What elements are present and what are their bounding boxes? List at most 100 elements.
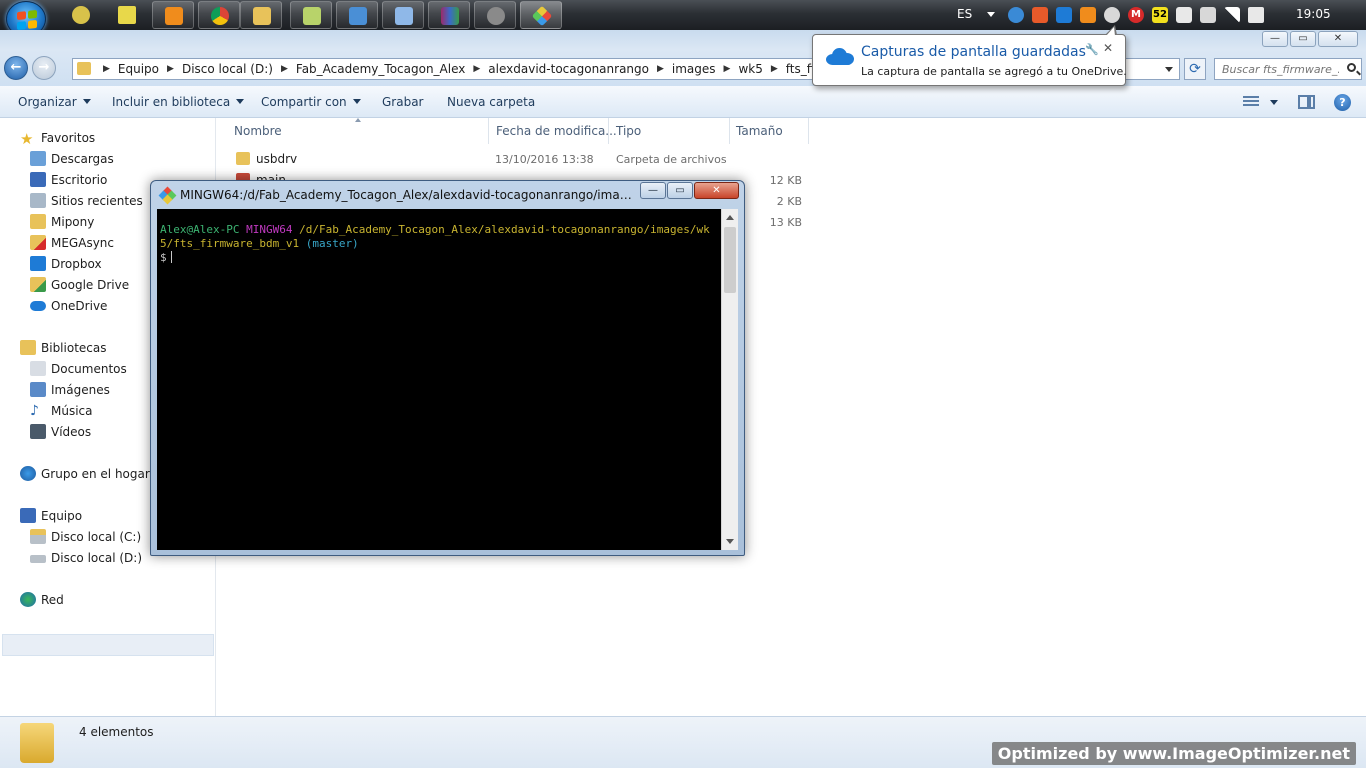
language-indicator[interactable]: ES: [957, 7, 972, 21]
breadcrumb-item[interactable]: images: [672, 62, 716, 76]
tray-expand-icon[interactable]: [987, 12, 995, 17]
onedrive-notification[interactable]: Capturas de pantalla guardadas La captur…: [812, 25, 1127, 86]
taskbar-winrar-button[interactable]: [428, 1, 470, 29]
taskbar-remote-desktop-button[interactable]: [336, 1, 378, 29]
nav-label: Bibliotecas: [41, 341, 107, 355]
address-dropdown-icon[interactable]: [1165, 67, 1173, 72]
column-divider[interactable]: [808, 118, 809, 144]
include-library-menu[interactable]: Incluir en biblioteca: [112, 95, 245, 109]
nav-videos[interactable]: Vídeos: [30, 424, 91, 439]
breadcrumb-separator-icon[interactable]: ▶: [473, 64, 480, 74]
column-name[interactable]: Nombre: [234, 124, 282, 138]
breadcrumb-separator-icon[interactable]: ▶: [657, 64, 664, 74]
close-button[interactable]: ✕: [1318, 31, 1358, 47]
signal-icon[interactable]: [1224, 7, 1240, 23]
nav-favorites[interactable]: ★ Favoritos: [20, 130, 95, 148]
nav-network[interactable]: Red: [20, 592, 64, 607]
back-button[interactable]: ←: [4, 56, 28, 80]
volume-icon[interactable]: [1248, 7, 1264, 23]
taskbar-notepad-button[interactable]: [382, 1, 424, 29]
column-divider[interactable]: [488, 118, 489, 144]
terminal-minimize-button[interactable]: —: [640, 182, 666, 199]
taskbar-git-button[interactable]: [520, 1, 562, 29]
search-input[interactable]: [1215, 59, 1339, 79]
minimize-button[interactable]: —: [1262, 31, 1288, 47]
nav-images[interactable]: Imágenes: [30, 382, 110, 397]
scroll-down-icon[interactable]: [726, 539, 734, 544]
nav-homegroup[interactable]: Grupo en el hogar: [20, 466, 150, 481]
breadcrumb-item[interactable]: wk5: [738, 62, 762, 76]
column-date[interactable]: Fecha de modifica...: [496, 124, 617, 138]
organize-menu[interactable]: Organizar: [18, 95, 91, 109]
taskbar-app-button[interactable]: [474, 1, 516, 29]
avast-icon[interactable]: [1080, 7, 1096, 23]
terminal-titlebar[interactable]: MINGW64:/d/Fab_Academy_Tocagon_Alex/alex…: [151, 181, 744, 209]
nav-documents[interactable]: Documentos: [30, 361, 127, 376]
column-divider[interactable]: [608, 118, 609, 144]
nav-music[interactable]: ♪ Música: [30, 403, 93, 419]
breadcrumb-separator-icon[interactable]: ▶: [103, 64, 110, 74]
flag-icon[interactable]: [1176, 7, 1192, 23]
taskbar-explorer-button[interactable]: [240, 1, 282, 29]
nav-mipony[interactable]: Mipony: [30, 214, 94, 229]
column-size[interactable]: Tamaño: [736, 124, 783, 138]
nav-disk-d[interactable]: Disco local (D:): [30, 551, 142, 565]
quicklaunch-app-n-icon[interactable]: [118, 6, 136, 24]
nav-recent[interactable]: Sitios recientes: [30, 193, 143, 208]
nav-onedrive[interactable]: OneDrive: [30, 299, 107, 313]
nav-libraries[interactable]: Bibliotecas: [20, 340, 107, 355]
breadcrumb-separator-icon[interactable]: ▶: [724, 64, 731, 74]
terminal-console[interactable]: Alex@Alex-PC MINGW64 /d/Fab_Academy_Toca…: [157, 209, 738, 550]
clock[interactable]: 19:05: [1296, 7, 1331, 21]
share-menu[interactable]: Compartir con: [261, 95, 361, 109]
breadcrumb-item[interactable]: Fab_Academy_Tocagon_Alex: [296, 62, 465, 76]
preview-pane-icon[interactable]: [1298, 95, 1315, 109]
views-icon[interactable]: [1243, 96, 1259, 108]
scroll-up-icon[interactable]: [726, 215, 734, 220]
terminal-window[interactable]: MINGW64:/d/Fab_Academy_Tocagon_Alex/alex…: [150, 180, 745, 556]
breadcrumb-separator-icon[interactable]: ▶: [281, 64, 288, 74]
terminal-close-button[interactable]: ✕: [694, 182, 739, 199]
app-icon: [487, 7, 505, 25]
chevron-down-icon[interactable]: [1270, 100, 1278, 105]
tray-app-icon[interactable]: [1032, 7, 1048, 23]
nav-downloads[interactable]: Descargas: [30, 151, 114, 166]
forward-button[interactable]: →: [32, 56, 56, 80]
taskbar-vlc-button[interactable]: [152, 1, 194, 29]
wrench-icon[interactable]: 🔧: [1085, 43, 1099, 56]
new-folder-button[interactable]: Nueva carpeta: [447, 95, 535, 109]
nav-dropbox[interactable]: Dropbox: [30, 256, 102, 271]
power-icon[interactable]: [1200, 7, 1216, 23]
taskbar-folders-button[interactable]: [290, 1, 332, 29]
maximize-button[interactable]: ▭: [1290, 31, 1316, 47]
nav-megasync[interactable]: MEGAsync: [30, 235, 114, 250]
breadcrumb-item[interactable]: Equipo: [118, 62, 159, 76]
search-icon[interactable]: [1347, 63, 1356, 72]
column-divider[interactable]: [729, 118, 730, 144]
badge-count-icon[interactable]: 52: [1152, 7, 1168, 23]
search-box[interactable]: [1214, 58, 1362, 80]
nav-google-drive[interactable]: Google Drive: [30, 277, 129, 292]
dropbox-icon: [30, 256, 46, 271]
dropbox-icon[interactable]: [1056, 7, 1072, 23]
column-type[interactable]: Tipo: [616, 124, 641, 138]
scroll-thumb[interactable]: [724, 227, 736, 293]
close-icon[interactable]: ✕: [1103, 41, 1113, 55]
breadcrumb-item[interactable]: alexdavid-tocagonanrango: [488, 62, 649, 76]
help-icon[interactable]: ?: [1334, 94, 1351, 111]
breadcrumb-separator-icon[interactable]: ▶: [771, 64, 778, 74]
nav-desktop[interactable]: Escritorio: [30, 172, 107, 187]
nav-disk-c[interactable]: Disco local (C:): [30, 529, 141, 544]
terminal-scrollbar[interactable]: [721, 209, 738, 550]
taskbar-chrome-button[interactable]: [198, 1, 240, 29]
burn-button[interactable]: Grabar: [382, 95, 424, 109]
breadcrumb-separator-icon[interactable]: ▶: [167, 64, 174, 74]
refresh-button[interactable]: ⟳: [1184, 58, 1206, 80]
terminal-maximize-button[interactable]: ▭: [667, 182, 693, 199]
onedrive-tray-icon[interactable]: [1104, 7, 1120, 23]
breadcrumb-item[interactable]: Disco local (D:): [182, 62, 273, 76]
quicklaunch-media-icon[interactable]: [72, 6, 90, 24]
mega-icon[interactable]: M: [1128, 7, 1144, 23]
cloud-upload-icon[interactable]: [1008, 7, 1024, 23]
nav-computer[interactable]: Equipo: [20, 508, 82, 523]
